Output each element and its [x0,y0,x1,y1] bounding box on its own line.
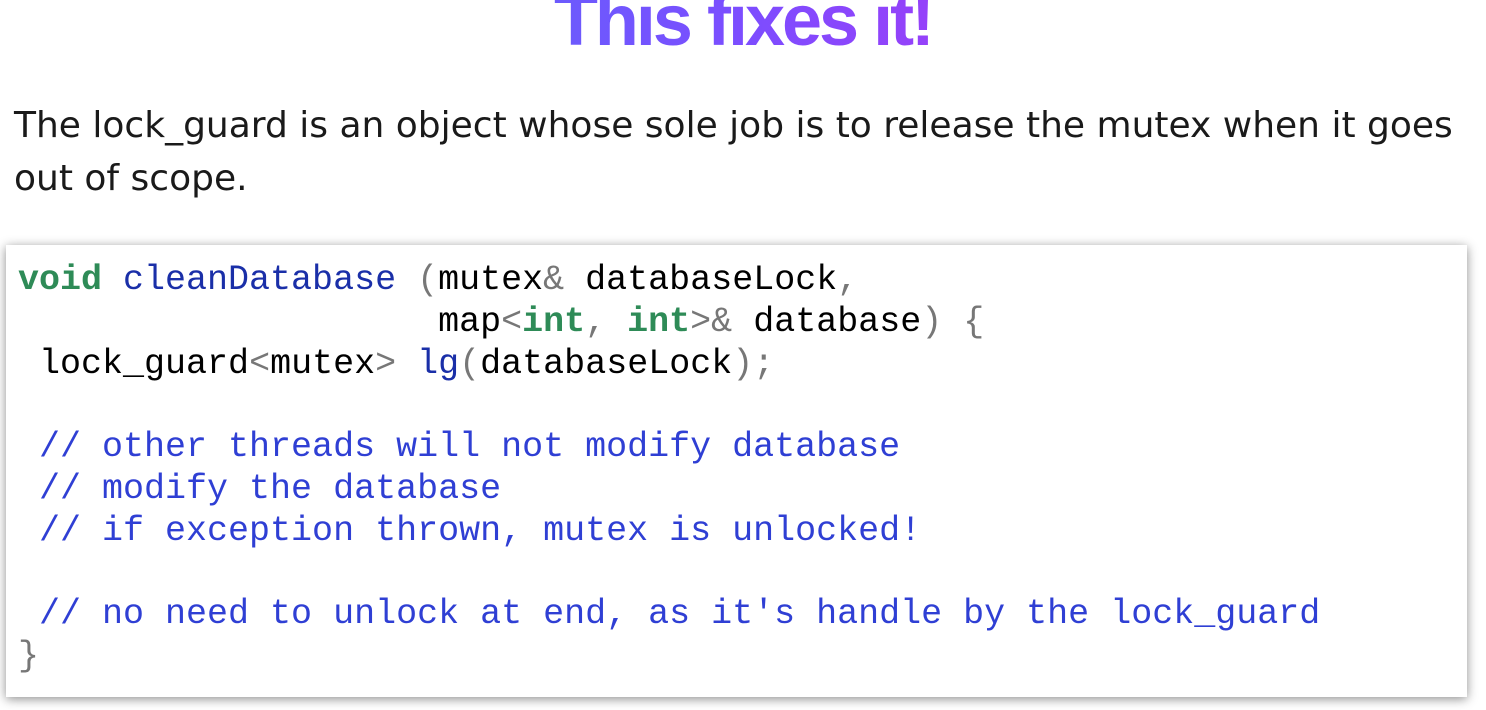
intro-text: The lock_guard is an object whose sole j… [14,105,1453,199]
function-name: cleanDatabase [123,260,397,300]
keyword-void: void [18,260,103,300]
code-line-3: lock_guard<mutex> lg(databaseLock); [18,344,1320,386]
comment: // if exception thrown, mutex is unlocke… [39,510,922,551]
keyword-int: int [627,301,691,342]
type-mutex: mutex [438,260,544,300]
comment: // modify the database [39,468,502,509]
punct: < [249,343,271,384]
keyword-int: int [522,301,586,342]
code-line-2: map<int, int>& database) { [18,302,1320,344]
code-line-comment-3: // if exception thrown, mutex is unlocke… [18,511,1320,553]
punct: < [501,301,523,342]
code-line-comment-1: // other threads will not modify databas… [18,427,1320,469]
punct: { [963,301,985,342]
variable-lg: lg [417,343,460,384]
arg-database-lock: databaseLock [480,343,733,384]
code-line-comment-4: // no need to unlock at end, as it's han… [18,594,1320,636]
closing-brace: } [18,636,40,677]
punct: ( [417,260,439,300]
type-lock-guard: lock_guard [39,343,250,384]
punct: ) [921,301,943,342]
punct: > [375,343,397,384]
param-database: database [753,301,922,342]
comment: // no need to unlock at end, as it's han… [39,594,1321,635]
slide-title: This fixes it! [0,0,1486,64]
code-block: void cleanDatabase (mutex& databaseLock,… [18,260,1320,678]
comment: // other threads will not modify databas… [39,427,901,468]
code-line-comment-2: // modify the database [18,469,1320,511]
punct: , [585,301,628,342]
punct: >& [690,301,733,342]
punct: ); [732,343,775,384]
type-map: map [438,301,502,342]
type-mutex: mutex [270,343,376,384]
code-panel: void cleanDatabase (mutex& databaseLock,… [6,245,1467,697]
punct: , [837,260,859,300]
code-line-1: void cleanDatabase (mutex& databaseLock, [18,260,1320,302]
param-database-lock: databaseLock [585,260,838,300]
punct: & [543,260,565,300]
code-line-close: } [18,636,1320,678]
punct: ( [459,343,481,384]
